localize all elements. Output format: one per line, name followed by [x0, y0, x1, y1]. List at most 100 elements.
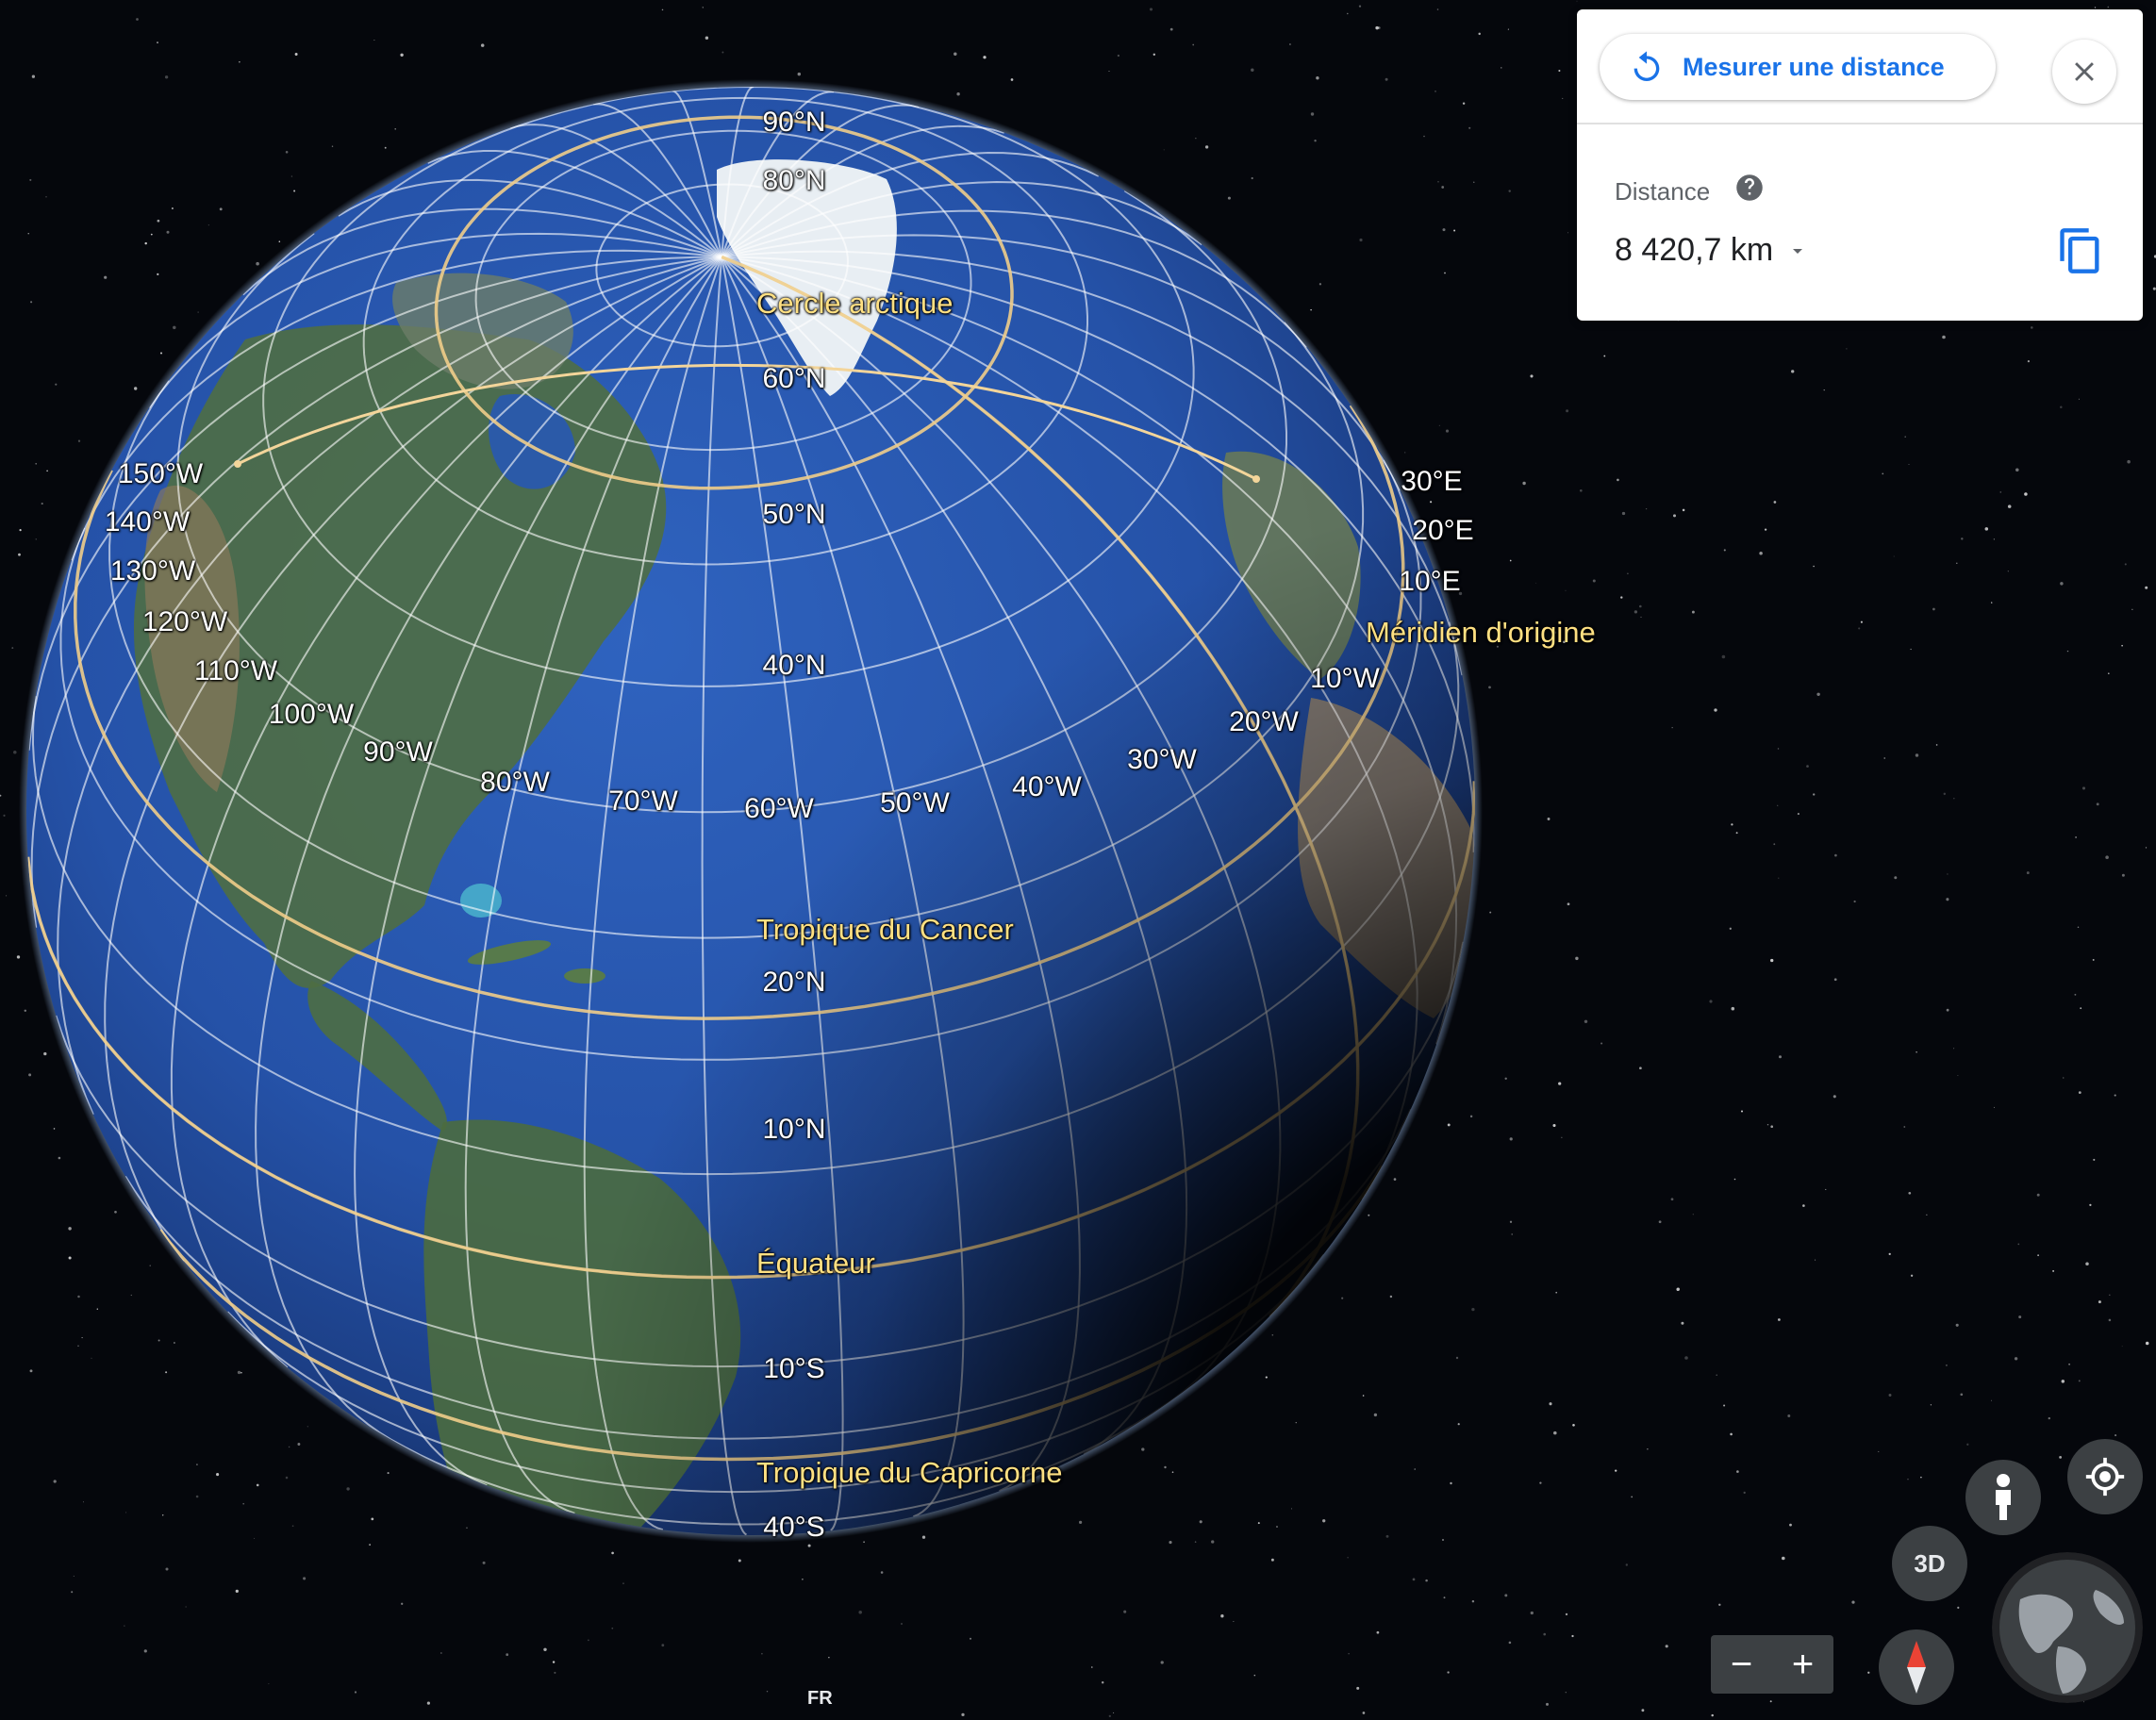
star	[11, 647, 14, 650]
star	[1211, 1540, 1215, 1544]
star	[2098, 1300, 2101, 1304]
star	[256, 1483, 259, 1487]
star	[1555, 1291, 1558, 1294]
star	[1600, 1042, 1603, 1045]
star	[1566, 409, 1569, 413]
star	[1455, 1356, 1459, 1360]
star	[1853, 900, 1856, 903]
star	[1894, 876, 1898, 880]
star	[2027, 360, 2030, 363]
star	[1436, 8, 1439, 10]
star	[2063, 1077, 2065, 1079]
toggle-3d-label: 3D	[1914, 1548, 1946, 1578]
star	[2094, 7, 2097, 8]
star	[144, 241, 147, 245]
star	[2015, 468, 2019, 472]
star	[1539, 1481, 1542, 1484]
star	[1368, 1214, 1370, 1216]
compass-icon	[1907, 1641, 1926, 1694]
star	[114, 1210, 117, 1214]
star	[1682, 508, 1685, 512]
star	[797, 72, 802, 76]
star	[171, 207, 174, 209]
star	[1723, 549, 1726, 552]
star	[29, 1369, 33, 1373]
globe-minimap-icon[interactable]	[1992, 1552, 2143, 1703]
star	[1101, 1680, 1104, 1684]
star	[1442, 1539, 1444, 1541]
star	[1504, 1077, 1507, 1081]
star	[1908, 1191, 1912, 1195]
star	[1530, 374, 1534, 378]
latitude-label: 50°N	[762, 499, 826, 530]
distance-unit-selector[interactable]: 8 420,7 km	[1615, 232, 1809, 269]
star	[1164, 1465, 1167, 1469]
star	[157, 273, 159, 275]
star	[721, 51, 724, 54]
star	[1233, 1621, 1235, 1622]
star	[1907, 1479, 1909, 1480]
star	[1723, 1404, 1726, 1407]
star	[702, 7, 704, 8]
longitude-label: 110°W	[193, 655, 278, 686]
longitude-label: 80°W	[480, 767, 550, 798]
star	[1993, 1106, 1995, 1108]
star	[2048, 1416, 2050, 1420]
measure-end-point[interactable]	[1252, 475, 1260, 483]
star	[1955, 1323, 1959, 1327]
star	[1358, 5, 1362, 8]
star	[1815, 1259, 1816, 1261]
star	[1270, 1558, 1274, 1562]
toggle-3d-button[interactable]: 3D	[1892, 1526, 1967, 1601]
star	[738, 1559, 741, 1563]
star	[1447, 1123, 1451, 1127]
measure-distance-button[interactable]: Mesurer une distance	[1600, 34, 1996, 100]
star	[1163, 149, 1165, 151]
zoom-out-button[interactable]: −	[1711, 1635, 1772, 1694]
star	[3, 814, 6, 817]
star	[1543, 1632, 1547, 1636]
measure-distance-label: Mesurer une distance	[1683, 52, 1945, 81]
street-view-button[interactable]	[1965, 1460, 2041, 1535]
star	[18, 553, 21, 556]
star	[216, 1473, 220, 1477]
star	[956, 92, 960, 96]
star	[1802, 1204, 1805, 1207]
star	[31, 74, 36, 78]
copy-icon[interactable]	[2056, 224, 2105, 277]
longitude-label: 60°W	[744, 793, 814, 824]
star	[2075, 835, 2078, 838]
star	[2031, 326, 2033, 329]
star	[961, 1712, 965, 1717]
star	[588, 1639, 589, 1642]
star	[157, 41, 158, 43]
my-location-button[interactable]	[2067, 1439, 2143, 1514]
star	[1867, 1671, 1870, 1674]
star	[1773, 843, 1776, 846]
tropic-of-capricorn-label: Tropique du Capricorne	[756, 1456, 1063, 1489]
zoom-in-button[interactable]: +	[1772, 1635, 1833, 1694]
star	[1565, 589, 1567, 591]
pegman-icon	[1996, 1474, 2011, 1520]
star	[2089, 1203, 2092, 1207]
star	[2080, 1007, 2082, 1010]
longitude-label: 30°E	[1401, 466, 1463, 497]
star	[2083, 1701, 2084, 1703]
star	[2059, 1455, 2063, 1459]
help-icon[interactable]	[1735, 174, 1764, 202]
compass-button[interactable]	[1879, 1629, 1954, 1705]
star	[1430, 501, 1433, 504]
star	[2007, 504, 2012, 508]
star	[1641, 1709, 1645, 1712]
measure-start-point[interactable]	[234, 460, 241, 468]
close-button[interactable]	[2052, 40, 2116, 104]
star	[2014, 1357, 2018, 1361]
star	[1731, 823, 1733, 826]
star	[1318, 283, 1322, 286]
star	[1471, 1307, 1475, 1312]
latitude-label: 60°N	[762, 363, 826, 394]
star	[1478, 32, 1481, 36]
star	[1508, 190, 1511, 192]
star	[1716, 1374, 1717, 1376]
star	[294, 53, 298, 56]
